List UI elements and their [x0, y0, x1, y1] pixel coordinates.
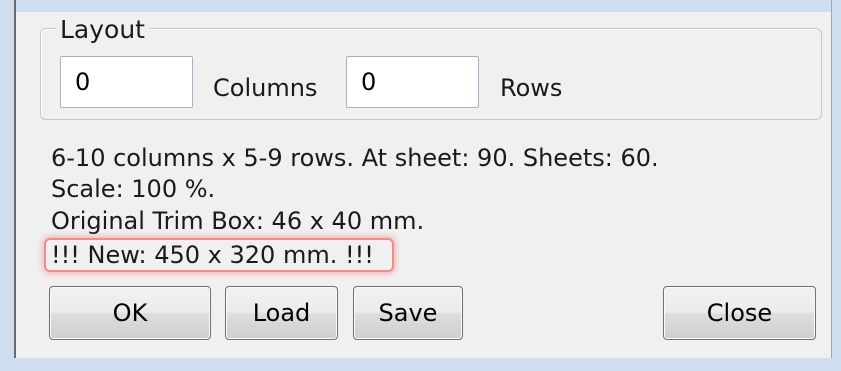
new-size-text: !!! New: 450 x 320 mm. !!! [51, 241, 374, 269]
scale-text: Scale: 100 %. [51, 175, 216, 203]
rows-label: Rows [500, 74, 563, 102]
load-button[interactable]: Load [225, 286, 338, 340]
window-frame-right [832, 0, 841, 371]
columns-input[interactable]: 0 [60, 56, 193, 108]
rows-input[interactable]: 0 [346, 56, 479, 108]
columns-label: Columns [213, 74, 318, 102]
ok-button[interactable]: OK [49, 286, 211, 340]
window-frame-top [0, 0, 841, 12]
window-frame-bottom [0, 358, 841, 371]
original-trim-box-text: Original Trim Box: 46 x 40 mm. [51, 207, 425, 235]
window-border-left [14, 0, 16, 371]
window-frame-left [0, 0, 14, 371]
layout-summary-text: 6-10 columns x 5-9 rows. At sheet: 90. S… [51, 144, 659, 172]
close-button[interactable]: Close [663, 286, 816, 340]
layout-groupbox-title: Layout [56, 14, 149, 46]
dialog-window: Layout 0 Columns 0 Rows 6-10 columns x 5… [0, 0, 841, 371]
save-button[interactable]: Save [353, 286, 463, 340]
